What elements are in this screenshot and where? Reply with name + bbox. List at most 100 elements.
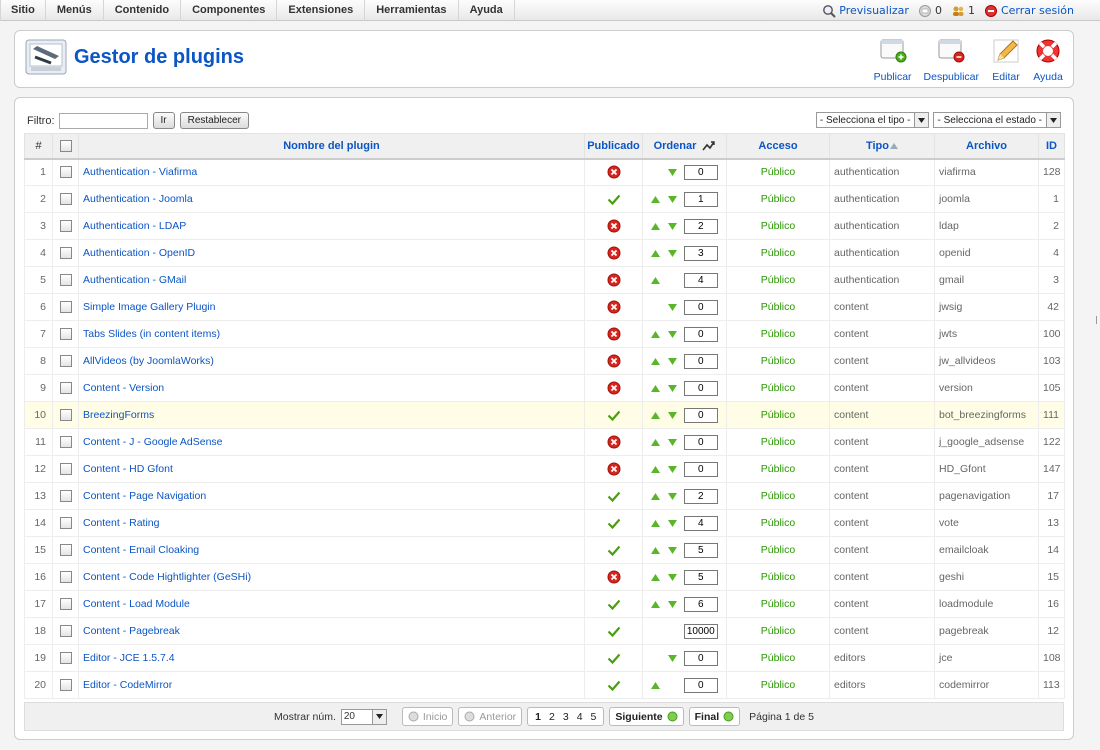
plugin-name-link[interactable]: Authentication - GMail xyxy=(83,274,186,286)
unpublished-x-icon[interactable] xyxy=(607,246,621,260)
plugin-name-link[interactable]: Authentication - LDAP xyxy=(83,220,186,232)
filter-input[interactable] xyxy=(58,112,148,129)
page-number-link[interactable]: 2 xyxy=(545,711,559,723)
move-down-icon[interactable] xyxy=(667,249,677,257)
row-checkbox[interactable] xyxy=(59,274,72,287)
move-down-icon[interactable] xyxy=(667,411,677,419)
row-checkbox[interactable] xyxy=(59,679,72,692)
plugin-name-link[interactable]: Authentication - Viafirma xyxy=(83,166,197,178)
access-cell[interactable]: Público xyxy=(726,212,830,240)
order-input[interactable]: 5 xyxy=(683,569,718,585)
row-checkbox[interactable] xyxy=(59,193,72,206)
row-checkbox[interactable] xyxy=(59,409,72,422)
order-input[interactable]: 0 xyxy=(683,164,718,180)
row-checkbox[interactable] xyxy=(59,166,72,179)
order-input[interactable]: 0 xyxy=(683,326,718,342)
table-row[interactable]: 2 Authentication - Joomla 1 Público authenti… xyxy=(24,185,1065,213)
start-button[interactable]: Inicio xyxy=(401,707,454,726)
move-down-icon[interactable] xyxy=(667,438,677,446)
order-input[interactable]: 5 xyxy=(683,542,718,558)
access-cell[interactable]: Público xyxy=(726,563,830,591)
published-check-icon[interactable] xyxy=(607,597,621,611)
published-check-icon[interactable] xyxy=(607,192,621,206)
go-button[interactable]: Ir xyxy=(152,112,175,129)
access-cell[interactable]: Público xyxy=(726,401,830,429)
menu-item[interactable]: Menús xyxy=(46,0,104,21)
unpublished-x-icon[interactable] xyxy=(607,327,621,341)
plugin-name-link[interactable]: Editor - CodeMirror xyxy=(83,679,172,691)
order-input[interactable]: 3 xyxy=(683,245,718,261)
order-input[interactable]: 0 xyxy=(683,353,718,369)
plugin-name-link[interactable]: Content - Version xyxy=(83,382,164,394)
table-row[interactable]: 15 Content - Email Cloaking 5 Público conten… xyxy=(24,536,1065,564)
plugin-name-link[interactable]: Content - Pagebreak xyxy=(83,625,180,637)
row-checkbox[interactable] xyxy=(59,490,72,503)
page-number-link[interactable]: 3 xyxy=(559,711,573,723)
order-input[interactable]: 2 xyxy=(683,218,718,234)
page-number-link[interactable]: 1 xyxy=(531,711,545,723)
table-row[interactable]: 5 Authentication - GMail 4 Público authentic… xyxy=(24,266,1065,294)
unpublished-x-icon[interactable] xyxy=(607,300,621,314)
help-button[interactable]: Ayuda xyxy=(1027,37,1069,83)
save-order-icon[interactable] xyxy=(702,140,716,151)
order-input[interactable]: 0 xyxy=(683,434,718,450)
limit-select[interactable]: 20 xyxy=(340,708,387,725)
publish-button[interactable]: Publicar xyxy=(868,37,918,83)
table-row[interactable]: 6 Simple Image Gallery Plugin 0 Público cont… xyxy=(24,293,1065,321)
row-checkbox[interactable] xyxy=(59,517,72,530)
published-check-icon[interactable] xyxy=(607,516,621,530)
logout-link[interactable]: Cerrar sesión xyxy=(984,4,1074,18)
order-input[interactable]: 4 xyxy=(683,272,718,288)
row-checkbox[interactable] xyxy=(59,544,72,557)
move-up-icon[interactable] xyxy=(650,249,660,257)
row-checkbox[interactable] xyxy=(59,220,72,233)
window-resize-handle[interactable] xyxy=(1096,316,1100,324)
move-down-icon[interactable] xyxy=(667,465,677,473)
plugin-name-link[interactable]: Authentication - OpenID xyxy=(83,247,195,259)
move-down-icon[interactable] xyxy=(667,492,677,500)
order-input[interactable]: 0 xyxy=(683,407,718,423)
move-down-icon[interactable] xyxy=(667,546,677,554)
access-cell[interactable]: Público xyxy=(726,347,830,375)
move-down-icon[interactable] xyxy=(667,357,677,365)
access-cell[interactable]: Público xyxy=(726,158,830,186)
table-row[interactable]: 1 Authentication - Viafirma 0 Público authen… xyxy=(24,158,1065,186)
row-checkbox[interactable] xyxy=(59,436,72,449)
row-checkbox[interactable] xyxy=(59,328,72,341)
access-cell[interactable]: Público xyxy=(726,293,830,321)
unpublished-x-icon[interactable] xyxy=(607,165,621,179)
table-row[interactable]: 16 Content - Code Hightlighter (GeSHi) 5 Pú… xyxy=(24,563,1065,591)
published-check-icon[interactable] xyxy=(607,651,621,665)
move-up-icon[interactable] xyxy=(650,519,660,527)
access-cell[interactable]: Público xyxy=(726,374,830,402)
state-select[interactable]: - Selecciona el estado - xyxy=(933,112,1061,128)
move-down-icon[interactable] xyxy=(667,573,677,581)
row-checkbox[interactable] xyxy=(59,625,72,638)
move-up-icon[interactable] xyxy=(650,330,660,338)
end-button[interactable]: Final xyxy=(688,707,741,726)
move-down-icon[interactable] xyxy=(667,303,677,311)
order-input[interactable]: 0 xyxy=(683,677,718,693)
move-up-icon[interactable] xyxy=(650,384,660,392)
table-row[interactable]: 9 Content - Version 0 Público content version… xyxy=(24,374,1065,402)
access-cell[interactable]: Público xyxy=(726,644,830,672)
plugin-name-link[interactable]: Content - Email Cloaking xyxy=(83,544,199,556)
table-row[interactable]: 18 Content - Pagebreak 10000 Público content… xyxy=(24,617,1065,645)
unpublished-x-icon[interactable] xyxy=(607,219,621,233)
unpublished-x-icon[interactable] xyxy=(607,462,621,476)
published-check-icon[interactable] xyxy=(607,624,621,638)
menu-item[interactable]: Sitio xyxy=(0,0,46,21)
move-up-icon[interactable] xyxy=(650,546,660,554)
col-order[interactable]: Ordenar xyxy=(642,133,727,160)
move-down-icon[interactable] xyxy=(667,384,677,392)
menu-item[interactable]: Componentes xyxy=(181,0,278,21)
table-row[interactable]: 13 Content - Page Navigation 2 Público conte… xyxy=(24,482,1065,510)
access-cell[interactable]: Público xyxy=(726,671,830,699)
move-up-icon[interactable] xyxy=(650,438,660,446)
access-cell[interactable]: Público xyxy=(726,536,830,564)
plugin-name-link[interactable]: Tabs Slides (in content items) xyxy=(83,328,220,340)
row-checkbox[interactable] xyxy=(59,355,72,368)
row-checkbox[interactable] xyxy=(59,571,72,584)
table-row[interactable]: 14 Content - Rating 4 Público content vote 13 xyxy=(24,509,1065,537)
move-up-icon[interactable] xyxy=(650,411,660,419)
